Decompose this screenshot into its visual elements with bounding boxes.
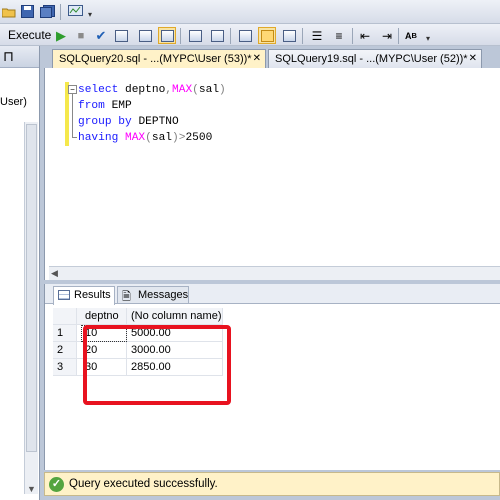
cancel-stop-icon[interactable]: ■ — [72, 27, 90, 44]
parse-checkmark-icon[interactable]: ✔ — [92, 27, 110, 44]
code-token: select — [78, 84, 125, 96]
code-token: having — [78, 132, 125, 144]
code-token: sal — [198, 84, 220, 96]
decrease-indent-icon[interactable]: ⇤ — [356, 27, 374, 44]
execute-button[interactable]: Execute — [6, 27, 53, 44]
display-plan-icon[interactable] — [136, 27, 154, 44]
editor-gutter — [45, 68, 65, 280]
results-to-file-icon[interactable] — [280, 27, 298, 44]
toolbar-overflow-chevron-icon[interactable]: ▾ — [88, 10, 92, 19]
code-token: deptno — [125, 84, 166, 96]
object-explorer-header: ⊓ — [0, 46, 39, 68]
toolbar-separator — [60, 4, 61, 20]
toolbar-separator — [352, 28, 353, 44]
collapse-outline-icon[interactable]: − — [68, 85, 77, 94]
row-header-corner[interactable] — [53, 308, 77, 325]
code-token: from — [78, 100, 112, 112]
code-token: ( — [145, 132, 152, 144]
row-number[interactable]: 2 — [53, 342, 77, 359]
code-token: EMP — [111, 100, 132, 112]
code-token: ) — [172, 132, 179, 144]
toolbar-separator — [398, 28, 399, 44]
column-header-deptno[interactable]: deptno — [77, 308, 127, 325]
editor-horizontal-scrollbar[interactable]: ◀ — [49, 266, 500, 280]
results-tab-strip: Results 🗎 Messages — [45, 284, 500, 305]
status-message: Query executed successfully. — [69, 478, 218, 490]
sql-code[interactable]: select deptno,MAX(sal) from EMP group by D… — [78, 82, 226, 146]
column-header-max-sal[interactable]: (No column name) — [127, 308, 223, 325]
increase-indent-icon[interactable]: ⇥ — [378, 27, 396, 44]
close-tab-icon[interactable]: ✕ — [253, 50, 261, 68]
row-number[interactable]: 3 — [53, 359, 77, 376]
results-pane: Results 🗎 Messages deptno (No column nam… — [44, 284, 500, 470]
open-folder-icon[interactable] — [0, 3, 18, 20]
activity-monitor-icon[interactable] — [66, 3, 84, 20]
query-options-icon[interactable] — [158, 27, 176, 44]
code-line[interactable]: group by DEPTNO — [78, 114, 226, 130]
comment-lines-icon[interactable]: ☰ — [308, 27, 326, 44]
code-token: group by — [78, 116, 139, 128]
toolbar-overflow-chevron-icon[interactable]: ▾ — [426, 34, 430, 43]
tab-sqlquery19[interactable]: SQLQuery19.sql - ...(MYPC\User (52))* ✕ — [268, 49, 482, 68]
toolbar-separator — [302, 28, 303, 44]
code-line[interactable]: from EMP — [78, 98, 226, 114]
code-token: 2500 — [185, 132, 213, 144]
scroll-left-arrow-icon[interactable]: ◀ — [51, 268, 58, 279]
code-line[interactable]: having MAX(sal)>2500 — [78, 130, 226, 146]
include-plan-icon[interactable] — [186, 27, 204, 44]
tab-label: SQLQuery19.sql - ...(MYPC\User (52))* — [275, 53, 468, 65]
code-token: , — [165, 84, 173, 96]
tab-label: SQLQuery20.sql - ...(MYPC\User (53))* — [59, 53, 252, 65]
save-all-icon[interactable] — [38, 3, 56, 20]
code-token: MAX — [125, 132, 146, 144]
highlight-box — [83, 325, 231, 405]
client-statistics-icon[interactable] — [208, 27, 226, 44]
outline-line — [72, 87, 73, 137]
database-icon[interactable] — [112, 27, 130, 44]
uncomment-lines-icon[interactable]: ≡ — [330, 27, 348, 44]
tab-results[interactable]: Results — [53, 286, 115, 305]
close-tab-icon[interactable]: ✕ — [469, 50, 477, 68]
sql-editor-toolbar: Execute ▶ ■ ✔ ☰ ≡ ⇤ ⇥ AB ▾ — [0, 24, 500, 46]
query-status-bar: ✓ Query executed successfully. — [44, 472, 500, 496]
scrollbar-thumb[interactable] — [26, 124, 37, 452]
save-icon[interactable] — [18, 3, 36, 20]
code-token: ) — [219, 84, 226, 96]
pin-icon[interactable]: ⊓ — [3, 48, 14, 65]
standard-toolbar: ▾ — [0, 0, 500, 24]
document-tab-strip: SQLQuery20.sql - ...(MYPC\User (53))* ✕ … — [44, 46, 500, 68]
grid-icon — [58, 290, 70, 300]
toolbar-separator — [230, 28, 231, 44]
code-token: DEPTNO — [138, 116, 179, 128]
code-token: ( — [192, 84, 199, 96]
explorer-vertical-scrollbar[interactable]: ▼ — [24, 122, 38, 494]
tab-messages[interactable]: 🗎 Messages — [117, 286, 189, 304]
server-tree-node[interactable]: User) — [0, 96, 27, 108]
scroll-down-arrow-icon[interactable]: ▼ — [27, 484, 36, 494]
success-check-icon: ✓ — [49, 476, 64, 492]
object-explorer-panel: ⊓ User) ▼ — [0, 46, 40, 500]
code-token: sal — [151, 132, 173, 144]
results-to-grid-icon[interactable] — [258, 27, 276, 44]
code-token: MAX — [172, 84, 193, 96]
row-number[interactable]: 1 — [53, 325, 77, 342]
results-to-text-icon[interactable] — [236, 27, 254, 44]
specify-values-icon[interactable]: AB — [402, 27, 420, 44]
debug-play-icon[interactable]: ▶ — [52, 27, 70, 44]
query-editor[interactable]: − select deptno,MAX(sal) from EMP group by… — [44, 68, 500, 280]
tab-results-label: Results — [74, 289, 111, 301]
toolbar-separator — [180, 28, 181, 44]
tab-messages-label: Messages — [138, 289, 189, 301]
outline-end — [72, 137, 77, 138]
tab-sqlquery20[interactable]: SQLQuery20.sql - ...(MYPC\User (53))* ✕ — [52, 49, 266, 68]
messages-icon: 🗎 — [122, 291, 131, 303]
code-line[interactable]: select deptno,MAX(sal) — [78, 82, 226, 98]
